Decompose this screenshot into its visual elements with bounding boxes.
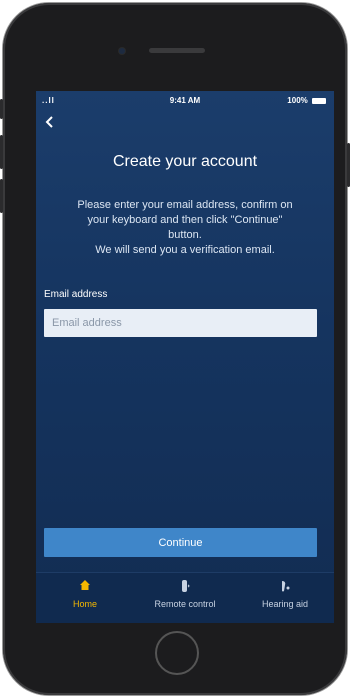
tab-label: Hearing aid [261,599,309,609]
phone-frame: ..ll 9:41 AM 100% Create your account Pl… [0,3,350,695]
earpiece-speaker [149,48,205,53]
hearing-aid-icon [235,579,334,595]
email-input[interactable] [44,309,317,337]
battery-indicator: 100% [287,96,326,105]
mute-switch [0,99,3,119]
power-button [347,143,350,187]
front-camera [119,48,125,54]
remote-icon [135,579,235,595]
battery-icon [312,97,326,104]
home-icon [36,579,135,595]
volume-up-button [0,135,3,169]
home-button[interactable] [155,631,199,675]
instructions-line: We will send you a verification email. [95,244,275,256]
back-chevron-icon [45,116,53,128]
instructions-line: Please enter your email address, confirm… [77,199,293,211]
tab-home[interactable]: Home [36,579,135,609]
tab-label: Home [72,599,97,609]
status-bar: ..ll 9:41 AM 100% [36,91,334,111]
instructions-line: button. [168,229,202,241]
volume-down-button [0,179,3,213]
battery-percent: 100% [287,96,308,105]
tab-hearing-aid[interactable]: Hearing aid [235,579,334,609]
tab-label: Remote control [154,599,216,609]
app-screen: ..ll 9:41 AM 100% Create your account Pl… [36,91,334,623]
page-title: Create your account [112,153,258,170]
email-label: Email address [44,289,108,300]
tab-remote-control[interactable]: Remote control [135,579,235,609]
tab-bar: Home Remote control Hearing aid [36,572,334,623]
continue-button[interactable]: Continue [44,528,317,557]
instructions-line: your keyboard and then click "Continue" [87,214,283,226]
back-button[interactable] [45,115,61,131]
instructions-text: Please enter your email address, confirm… [46,198,324,258]
